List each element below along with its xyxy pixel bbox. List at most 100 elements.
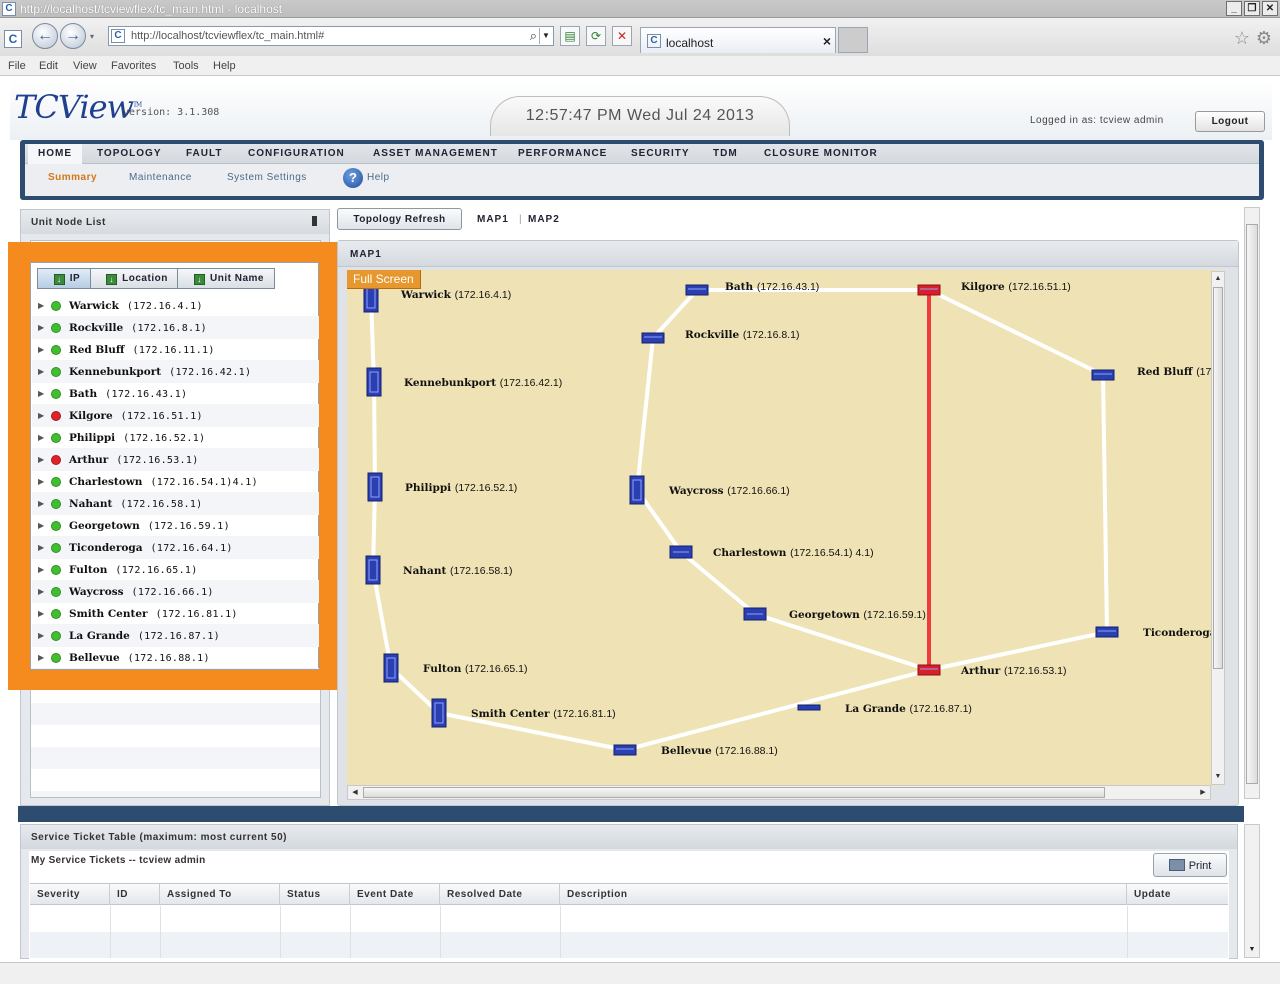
address-dropdown-icon[interactable]: ▼	[539, 28, 552, 44]
expand-triangle-icon[interactable]: ▶	[38, 345, 44, 354]
expand-triangle-icon[interactable]: ▶	[38, 323, 44, 332]
scroll-thumb[interactable]	[1213, 287, 1223, 669]
refresh-icon[interactable]: ⟳	[586, 26, 606, 46]
list-item[interactable]: ▶ Rockville (172.16.8.1)	[32, 317, 319, 339]
list-item[interactable]: ▶ La Grande (172.16.87.1)	[32, 625, 319, 647]
col-update[interactable]: Update	[1127, 884, 1228, 905]
subtab-system-settings[interactable]: System Settings	[227, 172, 307, 183]
tab-fault[interactable]: FAULT	[176, 144, 232, 164]
tab-asset-management[interactable]: ASSET MANAGEMENT	[363, 144, 508, 164]
list-item[interactable]: ▶ Bath (172.16.43.1)	[32, 383, 319, 405]
tab-performance[interactable]: PERFORMANCE	[508, 144, 617, 164]
stop-icon[interactable]: ✕	[612, 26, 632, 46]
expand-triangle-icon[interactable]: ▶	[38, 609, 44, 618]
map-node-kilgore[interactable]: Kilgore (172.16.51.1)	[917, 281, 1071, 296]
tab-map1[interactable]: MAP1	[477, 214, 509, 225]
expand-triangle-icon[interactable]: ▶	[38, 411, 44, 420]
menu-tools[interactable]: Tools	[173, 60, 199, 72]
sort-by-unit-name-button[interactable]: ↓ Unit Name	[177, 268, 275, 289]
menu-file[interactable]: File	[8, 60, 26, 72]
sort-by-location-button[interactable]: ↓ Location	[90, 268, 178, 289]
col-event-date[interactable]: Event Date	[350, 884, 440, 905]
list-item[interactable]: ▶ Kilgore (172.16.51.1)	[32, 405, 319, 427]
map-node-bath[interactable]: Bath (172.16.43.1)	[685, 281, 819, 296]
subtab-summary[interactable]: Summary	[48, 172, 97, 183]
list-item[interactable]: ▶ Smith Center (172.16.81.1)	[32, 603, 319, 625]
map-node-philippi[interactable]: Philippi (172.16.52.1)	[367, 472, 517, 502]
search-icon[interactable]: ⌕	[530, 28, 537, 44]
topology-refresh-button[interactable]: Topology Refresh	[337, 208, 462, 230]
expand-triangle-icon[interactable]: ▶	[38, 565, 44, 574]
tab-map2[interactable]: MAP2	[528, 214, 560, 225]
map-node-kennebunkport[interactable]: Kennebunkport (172.16.42.1)	[366, 367, 562, 397]
expand-triangle-icon[interactable]: ▶	[38, 389, 44, 398]
list-item[interactable]: ▶ Fulton (172.16.65.1)	[32, 559, 319, 581]
expand-triangle-icon[interactable]: ▶	[38, 301, 44, 310]
menu-favorites[interactable]: Favorites	[111, 60, 156, 72]
tab-close-icon[interactable]: ×	[823, 33, 831, 49]
scroll-down-icon[interactable]: ▼	[1212, 770, 1224, 784]
tab-tdm[interactable]: TDM	[703, 144, 748, 164]
full-screen-button[interactable]: Full Screen	[347, 270, 421, 289]
scroll-left-icon[interactable]: ◀	[348, 786, 362, 799]
list-item[interactable]: ▶ Warwick (172.16.4.1)	[32, 295, 319, 317]
list-item[interactable]: ▶ Ticonderoga (172.16.64.1)	[32, 537, 319, 559]
menu-edit[interactable]: Edit	[39, 60, 58, 72]
list-item[interactable]: ▶ Bellevue (172.16.88.1)	[32, 647, 319, 669]
scroll-down-icon[interactable]: ▼	[1245, 943, 1259, 957]
list-item[interactable]: ▶ Waycross (172.16.66.1)	[32, 581, 319, 603]
col-severity[interactable]: Severity	[30, 884, 110, 905]
tab-closure-monitor[interactable]: CLOSURE MONITOR	[754, 144, 888, 164]
minimize-icon[interactable]: _	[1226, 1, 1242, 16]
restore-icon[interactable]: ❐	[1244, 1, 1260, 16]
subtab-help[interactable]: Help	[367, 172, 390, 183]
close-window-icon[interactable]: ✕	[1262, 1, 1278, 16]
map-node-fulton[interactable]: Fulton (172.16.65.1)	[383, 653, 528, 683]
topology-map[interactable]: Full Screen Warwick (172.16.4.1) Kennebun…	[347, 270, 1219, 786]
list-item[interactable]: ▶ Nahant (172.16.58.1)	[32, 493, 319, 515]
list-item[interactable]: ▶ Philippi (172.16.52.1)	[32, 427, 319, 449]
print-button[interactable]: Print	[1153, 853, 1227, 877]
menu-view[interactable]: View	[73, 60, 97, 72]
subtab-maintenance[interactable]: Maintenance	[129, 172, 192, 183]
map-vertical-scrollbar[interactable]: ▲ ▼	[1211, 271, 1225, 785]
tab-topology[interactable]: TOPOLOGY	[87, 144, 172, 164]
col-status[interactable]: Status	[280, 884, 350, 905]
expand-triangle-icon[interactable]: ▶	[38, 499, 44, 508]
list-item[interactable]: ▶ Kennebunkport (172.16.42.1)	[32, 361, 319, 383]
tab-configuration[interactable]: CONFIGURATION	[238, 144, 355, 164]
address-bar[interactable]: C http://localhost/tcviewflex/tc_main.ht…	[108, 26, 554, 46]
map-node-redbluff[interactable]: Red Bluff (172.	[1091, 366, 1219, 381]
logout-button[interactable]: Logout	[1195, 111, 1265, 132]
map-node-rockville[interactable]: Rockville (172.16.8.1)	[641, 329, 799, 344]
back-arrow-icon[interactable]: ←	[32, 23, 58, 49]
map-node-smithcenter[interactable]: Smith Center (172.16.81.1)	[431, 698, 616, 728]
expand-triangle-icon[interactable]: ▶	[38, 587, 44, 596]
browser-tab[interactable]: C localhost ×	[640, 27, 836, 53]
scroll-thumb[interactable]	[1246, 224, 1258, 784]
compat-view-icon[interactable]: ▤	[560, 26, 580, 46]
map-node-ticonderoga[interactable]: Ticonderoga (	[1095, 626, 1219, 639]
list-item[interactable]: ▶ Red Bluff (172.16.11.1)	[32, 339, 319, 361]
tools-gear-icon[interactable]: ⚙	[1256, 28, 1272, 49]
help-icon[interactable]: ?	[343, 168, 363, 188]
map-horizontal-scrollbar[interactable]: ◀ ▶	[347, 785, 1211, 800]
minimize-panel-icon[interactable]	[312, 216, 317, 226]
map-node-waycross[interactable]: Waycross (172.16.66.1)	[629, 475, 790, 505]
scroll-up-icon[interactable]: ▲	[1212, 272, 1224, 286]
list-item[interactable]: ▶ Georgetown (172.16.59.1)	[32, 515, 319, 537]
expand-triangle-icon[interactable]: ▶	[38, 433, 44, 442]
map-node-lagrande[interactable]: La Grande (172.16.87.1)	[797, 703, 972, 715]
sort-by-ip-button[interactable]: ↓ IP	[37, 268, 91, 289]
map-node-charlestown[interactable]: Charlestown (172.16.54.1) 4.1)	[669, 545, 874, 559]
forward-arrow-icon[interactable]: →	[60, 23, 86, 49]
list-item[interactable]: ▶ Charlestown (172.16.54.1)4.1)	[32, 471, 319, 493]
expand-triangle-icon[interactable]: ▶	[38, 631, 44, 640]
map-node-arthur[interactable]: Arthur (172.16.53.1)	[917, 664, 1066, 677]
new-tab-button[interactable]	[838, 27, 868, 53]
page-scrollbar[interactable]: ▼	[1244, 824, 1260, 958]
col-id[interactable]: ID	[110, 884, 160, 905]
scroll-right-icon[interactable]: ▶	[1196, 786, 1210, 799]
menu-help[interactable]: Help	[213, 60, 236, 72]
expand-triangle-icon[interactable]: ▶	[38, 477, 44, 486]
